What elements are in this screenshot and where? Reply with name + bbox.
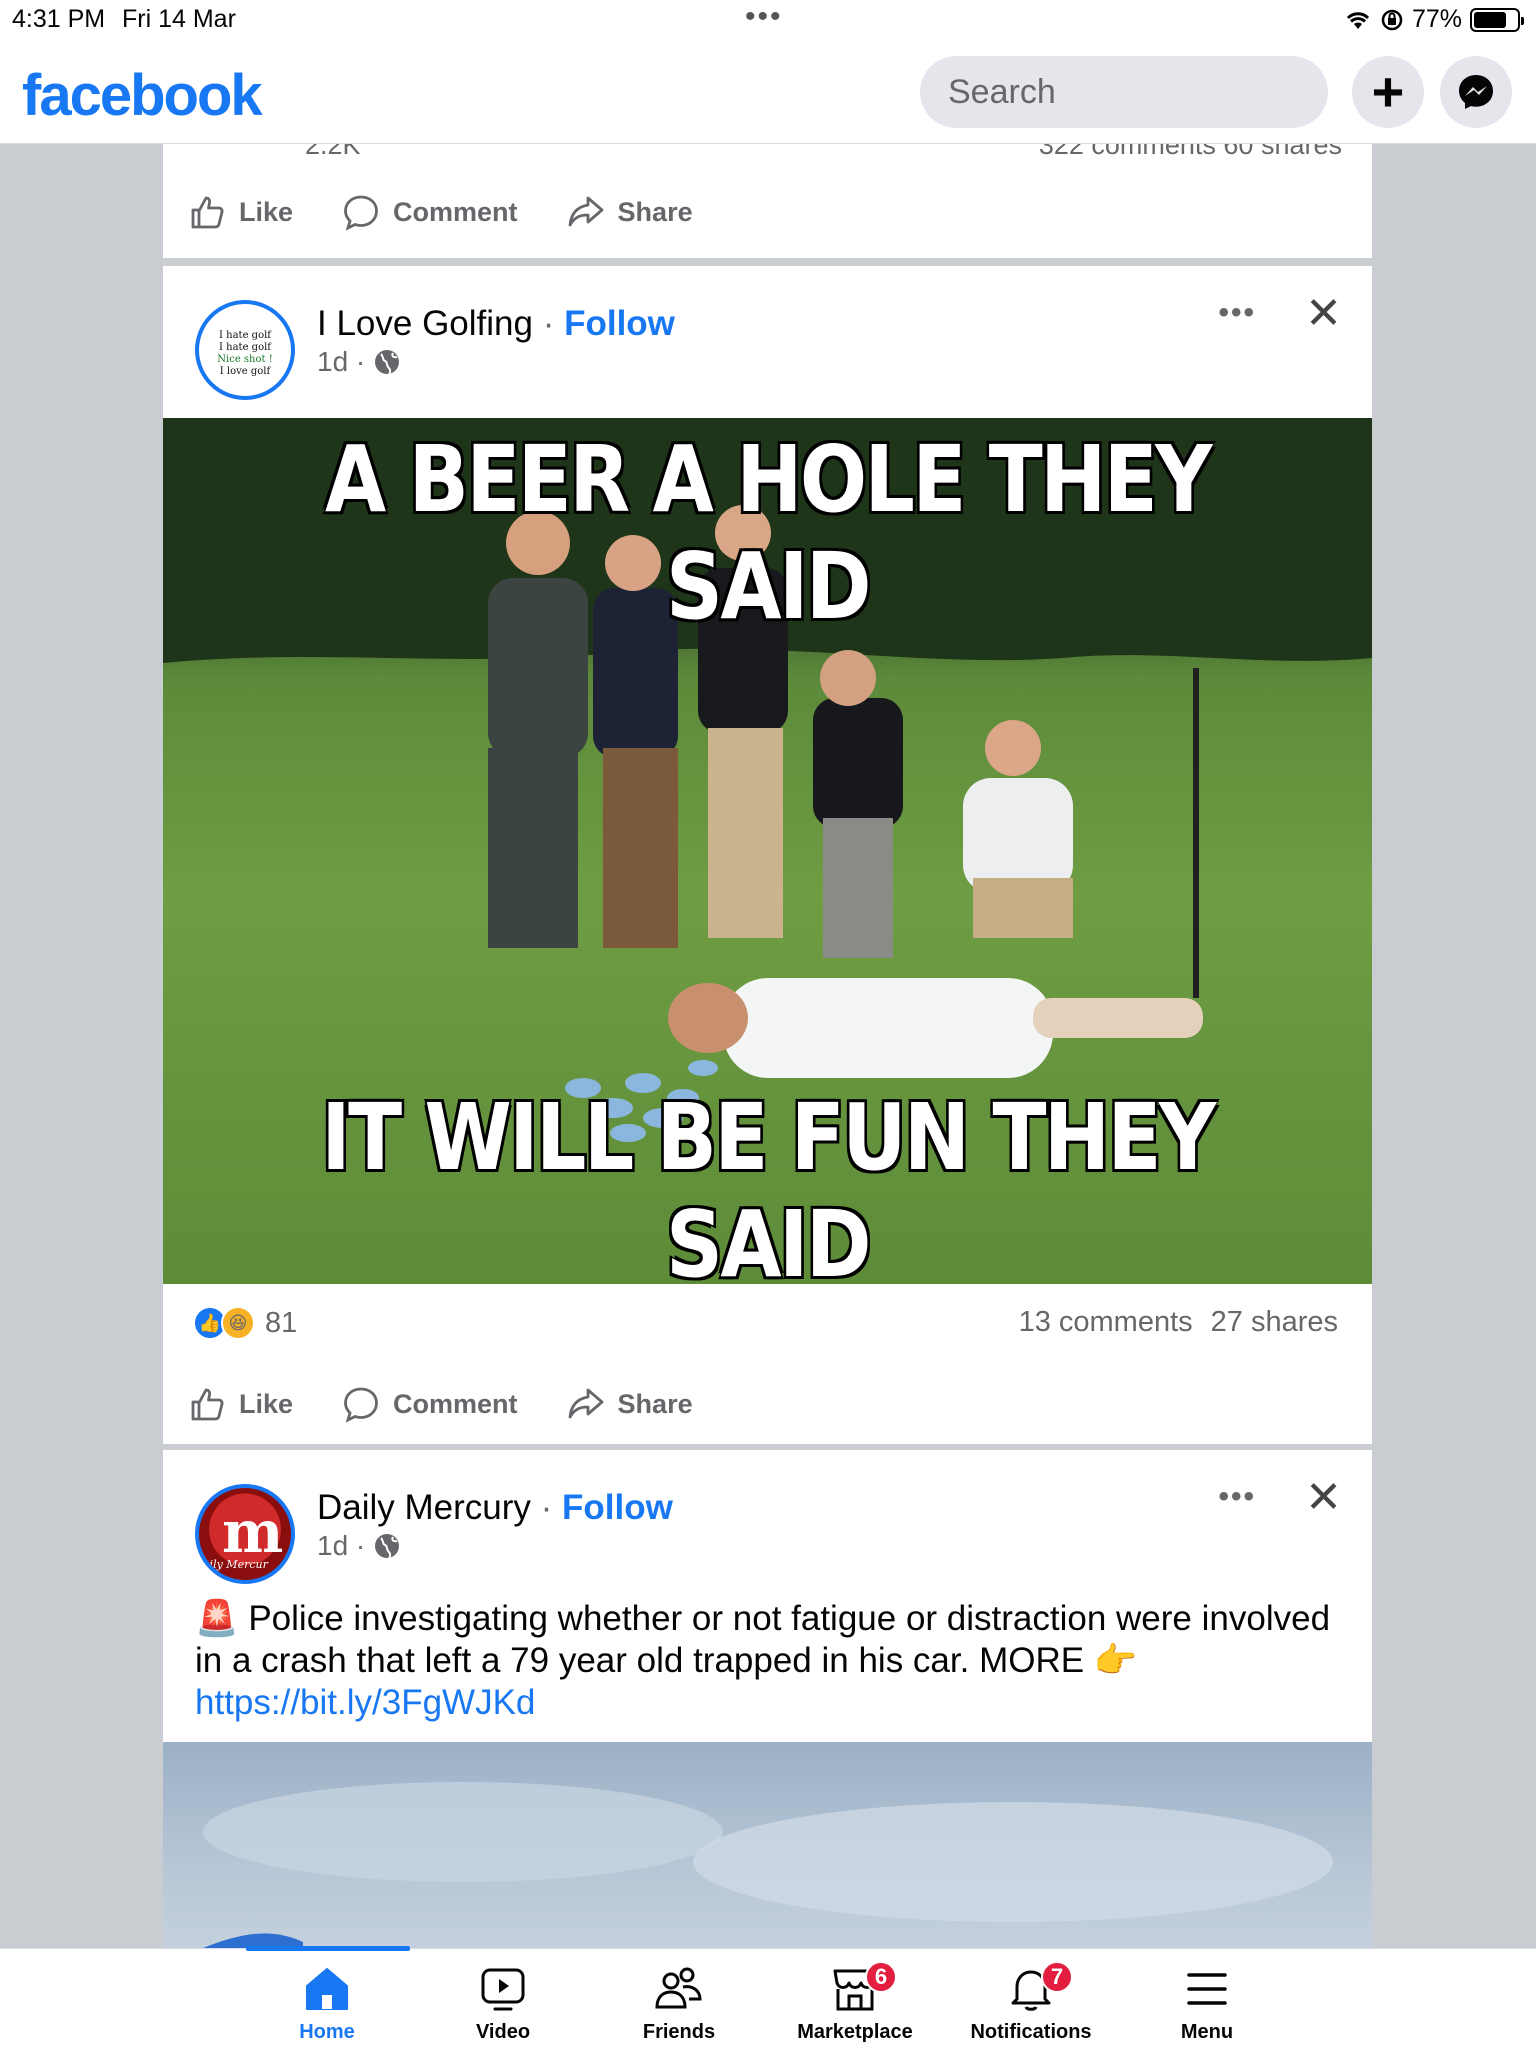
search-input[interactable]: Search [920, 56, 1328, 128]
close-icon[interactable]: ✕ [1305, 1472, 1342, 1523]
nav-marketplace[interactable]: Marketplace 6 [767, 1961, 943, 2044]
follow-button[interactable]: Follow [564, 304, 675, 343]
comment-icon [344, 195, 378, 231]
plus-icon: + [1371, 60, 1405, 123]
mercury-logo-letter: m [222, 1498, 284, 1566]
post-time[interactable]: 1d · [317, 346, 365, 378]
page-avatar[interactable]: I hate golf I hate golf Nice shot ! I lo… [195, 300, 295, 400]
globe-icon [375, 350, 400, 375]
menu-icon [1187, 1973, 1227, 2005]
messenger-button[interactable] [1440, 56, 1512, 128]
meme-bottom-caption: IT WILL BE FUN THEY SAID [321, 1084, 1216, 1284]
comment-icon [344, 1387, 378, 1423]
status-time: 4:31 PM [12, 5, 106, 33]
notifications-badge: 7 [1041, 1961, 1073, 1993]
nav-friends[interactable]: Friends [591, 1965, 767, 2044]
page-name[interactable]: I Love Golfing [317, 304, 533, 343]
globe-icon [375, 1534, 400, 1559]
previous-post-actions: Like Comment Share [187, 192, 693, 232]
active-tab-indicator [246, 1946, 410, 1951]
meme-image[interactable]: A BEER A HOLE THEY SAID IT WILL BE FUN T… [163, 418, 1372, 1284]
battery-icon [1470, 7, 1524, 32]
post-text: 🚨 Police investigating whether or not fa… [195, 1598, 1345, 1724]
like-button[interactable]: Like [187, 192, 293, 232]
status-date: Fri 14 Mar [122, 5, 236, 33]
post-stats: 👍 😆 81 13 comments 27 shares [193, 1306, 1338, 1340]
post-meta: 1d · [317, 346, 401, 378]
messenger-icon [1459, 75, 1493, 109]
shares-count[interactable]: 27 shares [1211, 1306, 1338, 1339]
post-card-golf: I hate golf I hate golf Nice shot ! I lo… [163, 266, 1372, 1444]
multitasking-dots-icon[interactable]: ••• [745, 0, 783, 34]
friends-icon [655, 1967, 702, 2009]
comment-button[interactable]: Comment [341, 1384, 518, 1424]
share-button[interactable]: Share [566, 1384, 693, 1424]
page-name-line: Daily Mercury · Follow [317, 1488, 673, 1527]
nav-home[interactable]: Home [239, 1965, 415, 2044]
page-name-line: I Love Golfing · Follow [317, 304, 675, 343]
app-header: facebook Search + [0, 40, 1536, 144]
reaction-count: 81 [265, 1306, 298, 1339]
like-button[interactable]: Like [187, 1384, 293, 1424]
post-meta: 1d · [317, 1530, 401, 1562]
post-image[interactable] [163, 1742, 1372, 1948]
bottom-nav: Home Video Friends Marketplace 6 Notific… [0, 1946, 1536, 2048]
more-options-icon[interactable]: ••• [1218, 296, 1256, 330]
status-bar: 4:31 PM Fri 14 Mar ••• 77% [0, 0, 1536, 40]
post-time[interactable]: 1d · [317, 1530, 365, 1562]
more-options-icon[interactable]: ••• [1218, 1480, 1256, 1514]
facebook-logo[interactable]: facebook [22, 62, 263, 129]
post-actions: Like Comment Share [187, 1384, 693, 1424]
follow-button[interactable]: Follow [562, 1488, 673, 1527]
battery-percent: 77% [1411, 5, 1462, 33]
orientation-lock-icon [1381, 9, 1403, 30]
video-icon [481, 1968, 525, 2011]
thumbs-up-icon [191, 196, 224, 229]
meme-top-caption: A BEER A HOLE THEY SAID [324, 426, 1213, 640]
nav-video[interactable]: Video [415, 1965, 591, 2044]
nav-notifications[interactable]: Notifications 7 [943, 1961, 1119, 2044]
sky-photo [203, 1782, 1333, 1948]
page-name[interactable]: Daily Mercury [317, 1488, 531, 1527]
post-body: Police investigating whether or not fati… [195, 1599, 1331, 1680]
comments-count[interactable]: 13 comments [1019, 1306, 1193, 1339]
close-icon[interactable]: ✕ [1305, 288, 1342, 339]
haha-reaction-icon: 😆 [221, 1306, 255, 1340]
post-card-mercury: m aily Mercur Daily Mercury · Follow 1d … [163, 1450, 1372, 1948]
share-button[interactable]: Share [566, 192, 693, 232]
page-avatar[interactable]: m aily Mercur [195, 1484, 295, 1584]
home-icon [306, 1968, 348, 2010]
nav-menu[interactable]: Menu [1119, 1965, 1295, 2044]
siren-emoji-icon: 🚨 [195, 1599, 239, 1638]
wifi-icon [1346, 11, 1370, 29]
comment-button[interactable]: Comment [341, 192, 518, 232]
share-icon [568, 1388, 603, 1419]
thumbs-up-icon [191, 1388, 224, 1421]
previous-post-card: 2.2K 322 comments 60 shares Like Comment… [163, 130, 1372, 258]
post-link[interactable]: https://bit.ly/3FgWJKd [195, 1682, 1345, 1724]
marketplace-badge: 6 [865, 1961, 897, 1993]
create-button[interactable]: + [1352, 56, 1424, 128]
share-icon [568, 196, 603, 227]
